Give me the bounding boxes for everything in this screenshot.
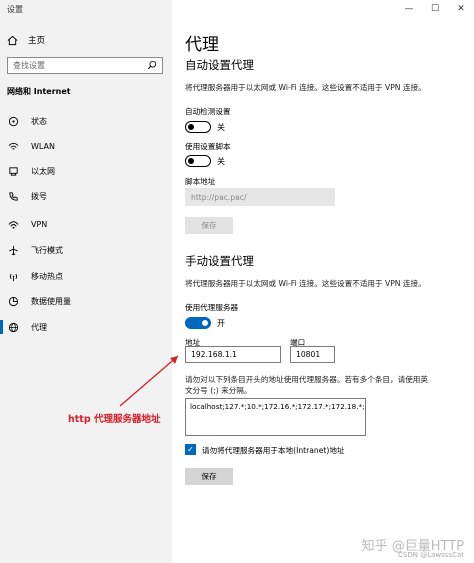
section-heading: 网络和 Internet	[7, 87, 71, 96]
settings-window: 设置 主页 查找设置 网络和 Internet 状态 WLAN 以太网 拨号 V…	[0, 0, 474, 563]
auto-detect-toggle[interactable]	[185, 121, 211, 133]
watermark-sub: CSDN @LawsssCat	[398, 551, 464, 559]
auto-save-button[interactable]: 保存	[185, 217, 233, 234]
sidebar: 设置 主页 查找设置 网络和 Internet 状态 WLAN 以太网 拨号 V…	[0, 0, 172, 563]
data-usage-icon	[8, 296, 19, 307]
sidebar-item-label: 状态	[31, 116, 47, 126]
use-proxy-state: 开	[217, 319, 225, 328]
sidebar-item-label: 飞行模式	[31, 245, 63, 255]
status-icon	[8, 116, 19, 127]
sidebar-item-label: 以太网	[31, 166, 55, 176]
home-icon	[7, 35, 18, 46]
main-content: 代理 自动设置代理 将代理服务器用于以太网或 Wi-Fi 连接。这些设置不适用于…	[172, 0, 474, 563]
search-icon	[147, 60, 157, 72]
sidebar-item-status[interactable]: 状态	[0, 111, 172, 131]
local-address-checkbox[interactable]: ✓	[185, 444, 196, 455]
sidebar-item-dialup[interactable]: 拨号	[0, 186, 172, 206]
use-proxy-toggle[interactable]	[185, 317, 211, 329]
sidebar-item-airplane[interactable]: 飞行模式	[0, 240, 172, 260]
wifi-icon	[8, 141, 19, 152]
sidebar-item-wlan[interactable]: WLAN	[0, 136, 172, 156]
dialup-icon	[8, 191, 19, 202]
exceptions-description-line1: 请勿对以下列条目开头的地址使用代理服务器。若有多个条目，请使用英	[185, 375, 428, 384]
sidebar-item-label: 数据使用量	[31, 296, 71, 306]
annotation-label: http 代理服务器地址	[68, 414, 161, 425]
sidebar-item-label: WLAN	[31, 141, 56, 151]
auto-proxy-heading: 自动设置代理	[185, 58, 254, 72]
use-proxy-label: 使用代理服务器	[185, 303, 239, 312]
proxy-address-field[interactable]: 192.168.1.1	[185, 346, 281, 363]
home-nav-item[interactable]: 主页	[7, 33, 45, 47]
sidebar-item-label: VPN	[31, 219, 48, 229]
script-address-label: 脚本地址	[185, 177, 216, 186]
setup-script-state: 关	[217, 157, 225, 166]
home-label: 主页	[28, 36, 46, 46]
sidebar-item-proxy[interactable]: 代理	[0, 317, 172, 337]
auto-detect-label: 自动检测设置	[185, 107, 231, 116]
auto-detect-state: 关	[217, 123, 225, 132]
globe-icon	[8, 322, 19, 333]
manual-proxy-description: 将代理服务器用于以太网或 Wi-Fi 连接。这些设置不适用于 VPN 连接。	[185, 279, 426, 288]
auto-proxy-description: 将代理服务器用于以太网或 Wi-Fi 连接。这些设置不适用于 VPN 连接。	[185, 83, 426, 92]
manual-save-button[interactable]: 保存	[185, 468, 233, 485]
local-address-checkbox-label: 请勿将代理服务器用于本地(Intranet)地址	[202, 446, 345, 455]
search-input[interactable]: 查找设置	[7, 57, 163, 74]
setup-script-toggle[interactable]	[185, 155, 211, 167]
proxy-address-value: 192.168.1.1	[191, 350, 237, 359]
sidebar-item-data-usage[interactable]: 数据使用量	[0, 291, 172, 311]
sidebar-item-hotspot[interactable]: 移动热点	[0, 266, 172, 286]
proxy-port-field[interactable]: 10801	[290, 346, 335, 363]
window-title: 设置	[7, 5, 23, 14]
proxy-port-value: 10801	[296, 350, 321, 359]
manual-proxy-heading: 手动设置代理	[185, 254, 254, 268]
vpn-icon	[8, 219, 19, 230]
sidebar-item-label: 移动热点	[31, 271, 63, 281]
script-address-field[interactable]: http://pac.pac/	[185, 188, 335, 206]
sidebar-item-label: 拨号	[31, 191, 47, 201]
search-placeholder: 查找设置	[13, 61, 45, 70]
sidebar-item-label: 代理	[31, 322, 47, 332]
exceptions-textarea[interactable]: localhost;127.*;10.*;172.16.*;172.17.*;1…	[185, 398, 366, 436]
hotspot-icon	[8, 271, 19, 282]
ethernet-icon	[8, 166, 19, 177]
setup-script-label: 使用设置脚本	[185, 142, 231, 151]
airplane-icon	[8, 245, 19, 256]
script-address-value: http://pac.pac/	[191, 192, 247, 202]
sidebar-item-vpn[interactable]: VPN	[0, 214, 172, 234]
sidebar-item-ethernet[interactable]: 以太网	[0, 161, 172, 181]
exceptions-description-line2: 文分号 (;) 来分隔。	[185, 386, 252, 395]
page-title: 代理	[185, 35, 219, 55]
